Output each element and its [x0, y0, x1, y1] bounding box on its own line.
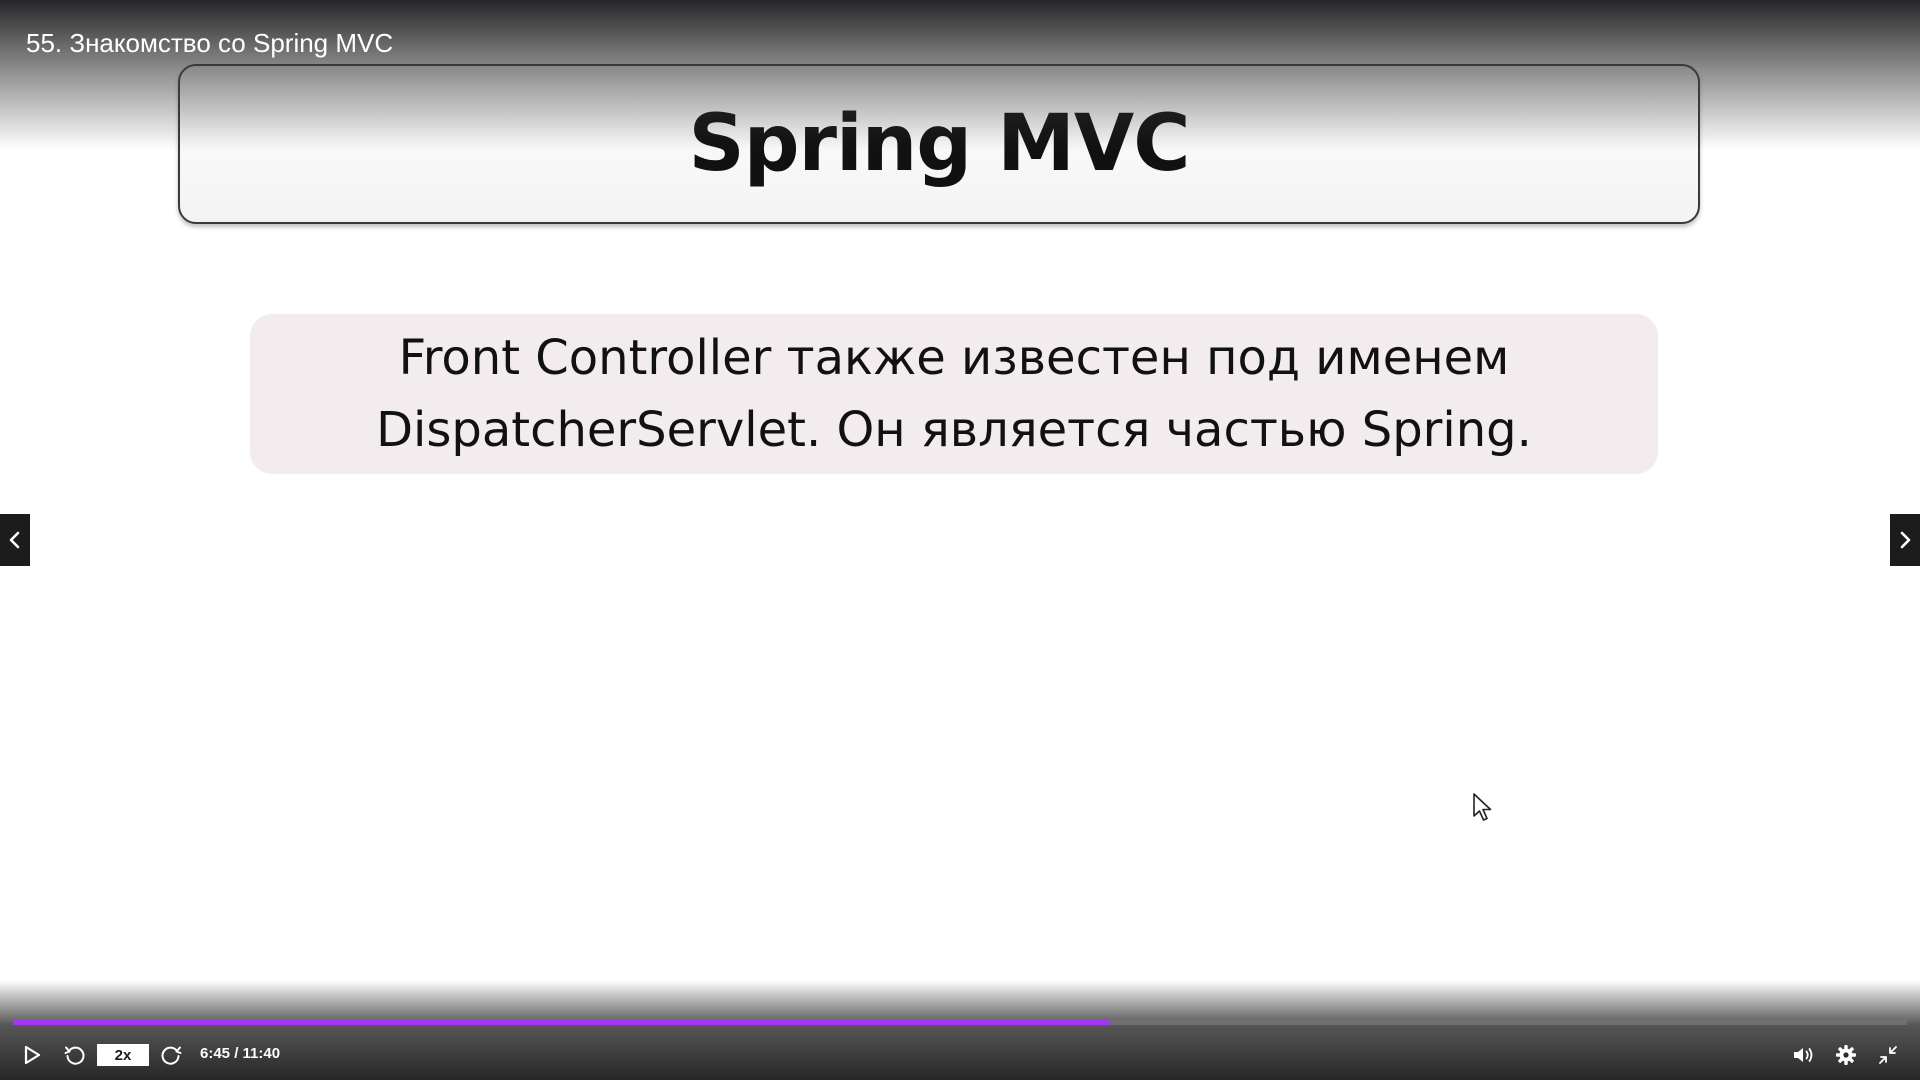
mouse-pointer-icon	[1472, 792, 1494, 822]
forward-icon	[161, 1044, 183, 1066]
rewind-button[interactable]	[60, 1040, 88, 1070]
play-icon	[22, 1044, 42, 1066]
lecture-slide: Spring MVC Front Controller также извест…	[0, 0, 1920, 1080]
time-total: 11:40	[242, 1045, 281, 1062]
playback-speed-button[interactable]: 2x	[97, 1044, 149, 1066]
progress-bar-fill	[13, 1019, 1110, 1025]
slide-note-line-1: Front Controller также известен под имен…	[398, 330, 1510, 386]
exit-fullscreen-button[interactable]	[1874, 1040, 1902, 1070]
next-lecture-button[interactable]	[1890, 514, 1920, 566]
video-title: 55. Знакомство со Spring MVC	[26, 28, 394, 58]
slide-note-line-2: DispatcherServlet. Он является частью Sp…	[376, 402, 1532, 458]
volume-icon	[1792, 1044, 1816, 1066]
exit-fullscreen-icon	[1877, 1044, 1899, 1066]
rewind-icon	[63, 1044, 85, 1066]
video-player[interactable]: Spring MVC Front Controller также извест…	[0, 0, 1920, 1080]
settings-icon	[1835, 1044, 1857, 1066]
chevron-right-icon	[1897, 530, 1913, 550]
previous-lecture-button[interactable]	[0, 514, 30, 566]
slide-title-box: Spring MVC	[178, 64, 1700, 224]
volume-button[interactable]	[1790, 1040, 1818, 1070]
progress-bar[interactable]	[13, 1019, 1907, 1025]
forward-button[interactable]	[158, 1040, 186, 1070]
slide-title: Spring MVC	[688, 99, 1191, 189]
slide-note-text: Front Controller также известен под имен…	[376, 322, 1532, 466]
slide-note-box: Front Controller также известен под имен…	[250, 314, 1658, 474]
player-controls: 2x 6:45 / 11:40	[0, 1040, 1920, 1070]
time-separator: /	[230, 1045, 243, 1062]
time-current: 6:45	[200, 1045, 231, 1062]
settings-button[interactable]	[1832, 1040, 1860, 1070]
time-display: 6:45 / 11:40	[200, 1045, 280, 1062]
chevron-left-icon	[7, 530, 23, 550]
play-button[interactable]	[18, 1040, 46, 1070]
